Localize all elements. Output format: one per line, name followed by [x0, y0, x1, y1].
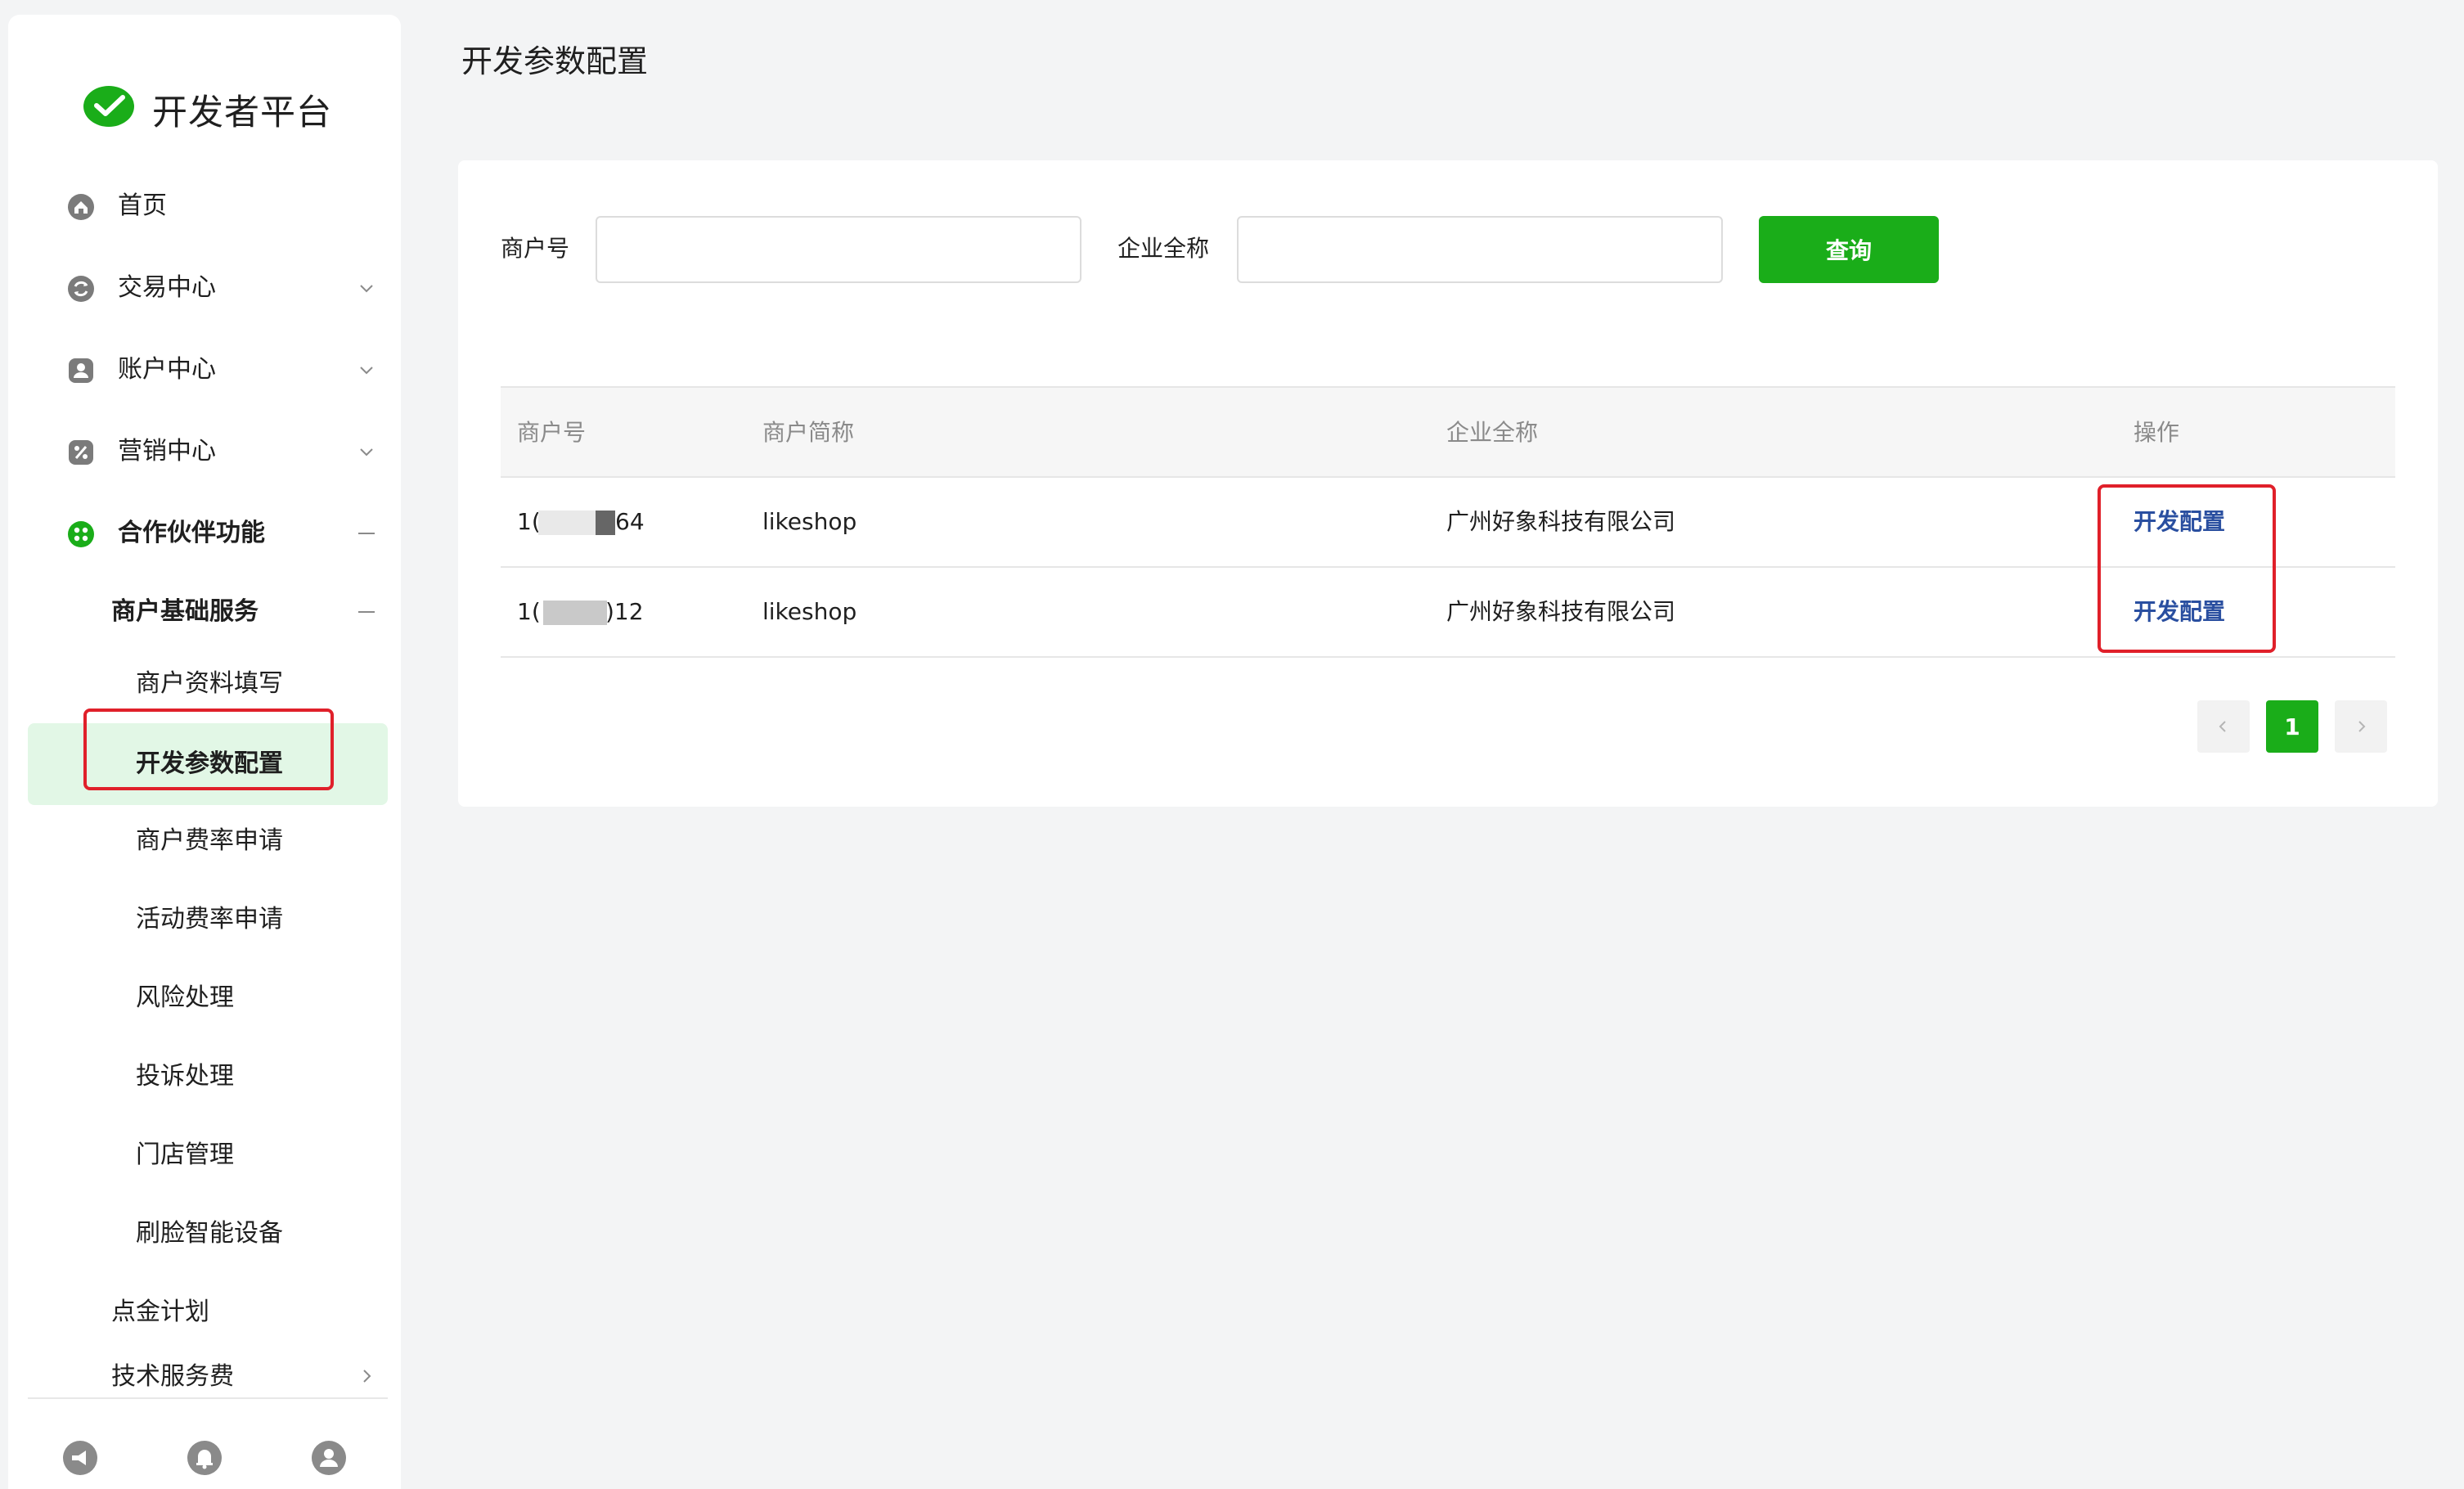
brand-logo-icon: [83, 86, 134, 127]
page-title: 开发参数配置: [461, 43, 649, 79]
collapse-icon[interactable]: [358, 611, 375, 613]
query-button[interactable]: 查询: [1759, 216, 1939, 283]
redacted-block: [596, 511, 615, 535]
bell-icon[interactable]: [187, 1440, 223, 1476]
column-merchant-no: 商户号: [517, 419, 587, 446]
pagination-page[interactable]: 1: [2266, 700, 2318, 753]
user-icon[interactable]: [311, 1440, 347, 1476]
sidebar-item-gold-plan[interactable]: 点金计划: [28, 1273, 388, 1352]
column-action: 操作: [2134, 419, 2180, 446]
column-short-name: 商户简称: [762, 419, 855, 446]
merchant-no-label: 商户号: [501, 235, 570, 262]
sidebar-item-account[interactable]: 账户中心: [28, 331, 388, 409]
table-header: 商户号 商户简称 企业全称 操作: [501, 386, 2395, 478]
chevron-down-icon[interactable]: [355, 358, 378, 381]
table-row: 1( 64 likeshop 广州好象科技有限公司 开发配置: [501, 478, 2395, 568]
sidebar-item-marketing[interactable]: 营销中心: [28, 412, 388, 491]
home-icon: [68, 194, 94, 220]
table-row: 1( )12 likeshop 广州好象科技有限公司 开发配置: [501, 568, 2395, 658]
sidebar-item-store[interactable]: 门店管理: [28, 1116, 388, 1194]
megaphone-icon[interactable]: [62, 1440, 98, 1476]
sidebar-item-complaint[interactable]: 投诉处理: [28, 1037, 388, 1116]
app-root: 开发者平台 首页 交易中心 账户中心 营销中心 合作伙伴功能 商户基础服务 商户…: [0, 0, 2464, 1489]
chevron-right-icon: [2358, 721, 2366, 732]
merchant-short-name: likeshop: [762, 598, 857, 625]
company-full-name: 广州好象科技有限公司: [1446, 598, 1676, 625]
exchange-icon: [68, 276, 94, 302]
sidebar-item-risk[interactable]: 风险处理: [28, 959, 388, 1037]
sidebar-item-activity-rate[interactable]: 活动费率申请: [28, 880, 388, 959]
chevron-left-icon: [2219, 721, 2226, 732]
sidebar-item-tech-fee[interactable]: 技术服务费: [28, 1352, 388, 1399]
chevron-down-icon[interactable]: [355, 277, 378, 299]
merchant-no-input[interactable]: [596, 216, 1081, 283]
merchant-id-prefix: 1(: [517, 508, 541, 535]
company-name-input[interactable]: [1237, 216, 1723, 283]
marketing-icon: [69, 440, 93, 465]
merchant-id-suffix: )12: [605, 598, 644, 625]
column-full-name: 企业全称: [1446, 419, 1539, 446]
sidebar-group-merchant-basic[interactable]: 商户基础服务: [28, 573, 388, 651]
company-full-name: 广州好象科技有限公司: [1446, 508, 1676, 535]
sidebar: 开发者平台 首页 交易中心 账户中心 营销中心 合作伙伴功能 商户基础服务 商户…: [8, 15, 401, 1489]
merchant-short-name: likeshop: [762, 508, 857, 535]
company-name-label: 企业全称: [1117, 235, 1210, 262]
pagination-prev-button[interactable]: [2197, 700, 2250, 753]
chevron-right-icon[interactable]: [355, 1365, 378, 1388]
merchant-table: 商户号 商户简称 企业全称 操作 1( 64 likeshop 广州好象科技有限…: [501, 386, 2395, 658]
sidebar-item-merchant-info[interactable]: 商户资料填写: [28, 645, 388, 723]
merchant-id-suffix: 64: [615, 508, 645, 535]
dev-config-link[interactable]: 开发配置: [2134, 478, 2225, 566]
sidebar-divider: [28, 1397, 388, 1399]
merchant-id-prefix: 1(: [517, 598, 541, 625]
redacted-block: [543, 601, 607, 625]
brand-title: 开发者平台: [152, 92, 332, 133]
collapse-icon[interactable]: [358, 533, 375, 534]
brand[interactable]: 开发者平台: [80, 69, 332, 151]
sidebar-item-face-device[interactable]: 刷脸智能设备: [28, 1194, 388, 1273]
sidebar-item-home[interactable]: 首页: [28, 167, 388, 245]
partner-icon: [68, 521, 94, 547]
chevron-down-icon[interactable]: [355, 440, 378, 463]
sidebar-item-dev-params[interactable]: 开发参数配置: [28, 723, 388, 805]
dev-config-link[interactable]: 开发配置: [2134, 568, 2225, 656]
sidebar-item-transactions[interactable]: 交易中心: [28, 249, 388, 327]
sidebar-item-partner[interactable]: 合作伙伴功能: [28, 494, 388, 573]
sidebar-item-merchant-rate[interactable]: 商户费率申请: [28, 802, 388, 880]
pagination-next-button[interactable]: [2335, 700, 2387, 753]
account-icon: [69, 358, 93, 383]
